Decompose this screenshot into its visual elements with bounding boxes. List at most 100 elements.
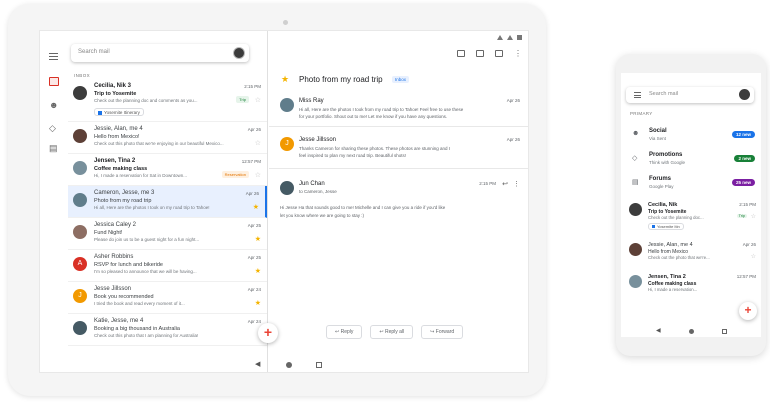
star-icon[interactable]: ★	[253, 204, 259, 211]
label-icon[interactable]: ◇	[49, 123, 59, 133]
mail-list-pane: Search mail INBOX Cecilia, Nik 3 2:15 PM…	[68, 31, 278, 372]
star-icon[interactable]: ☆	[751, 253, 756, 260]
star-icon[interactable]: ★	[255, 236, 261, 243]
reply-button[interactable]: ↩ Reply	[326, 325, 363, 339]
mail-time: Apr 26	[245, 191, 259, 196]
mail-item-selected[interactable]: Cameron, Jesse, me 3 Apr 26 Photo from m…	[68, 186, 267, 218]
delete-icon[interactable]	[476, 50, 484, 57]
mail-tag: Trip	[236, 96, 249, 103]
star-icon[interactable]: ★	[255, 268, 261, 275]
mail-time: 12:57 PM	[241, 159, 261, 164]
account-avatar[interactable]	[739, 89, 750, 100]
thread-detail-pane: ⋮ ★ Photo from my road trip Inbox Miss R…	[269, 31, 528, 372]
forward-button[interactable]: ↪ Forward	[421, 325, 464, 339]
mail-subject: Book you recommended	[94, 294, 154, 300]
attachment-label: Yosemite Itinerary	[104, 110, 140, 115]
mail-item[interactable]: Jensen, Tina 2 12:57 PM Coffee making cl…	[621, 271, 761, 299]
mail-sender: Cecilia, Nik 3	[94, 83, 132, 89]
sender-avatar	[629, 243, 642, 256]
mail-snippet: Check out this photo that we're enjoying…	[94, 141, 224, 146]
category-sub: Via Sent	[649, 136, 666, 141]
sender-avatar	[73, 129, 87, 143]
menu-icon[interactable]	[49, 53, 59, 63]
mail-tag: Trip	[736, 214, 747, 218]
archive-icon[interactable]	[457, 50, 465, 57]
search-bar[interactable]: Search mail	[71, 44, 249, 62]
sender-avatar: A	[73, 257, 87, 271]
recents-icon[interactable]	[722, 329, 727, 334]
mail-icon[interactable]	[495, 50, 503, 57]
mail-item[interactable]: Cecilia, Nik 2:15 PM Trip to Yosemite Ch…	[621, 199, 761, 235]
inbox-icon[interactable]	[49, 77, 59, 86]
category-name: Social	[649, 128, 667, 134]
attachment-label: Yosemite Itin	[657, 224, 680, 229]
mail-snippet: Check out this photo that I am planning …	[94, 333, 199, 338]
mail-subject: Photo from my road trip	[94, 198, 152, 204]
category-forums[interactable]: ▤ Forums Google Play 25 new	[621, 173, 761, 193]
mail-subject: Booking a big thousand in Australia	[94, 326, 180, 332]
category-promotions[interactable]: ◇ Promotions Think with Google 2 new	[621, 149, 761, 169]
mail-subject: Coffee making class	[94, 166, 148, 172]
category-badge: 25 new	[731, 179, 755, 186]
star-icon[interactable]: ☆	[255, 172, 261, 179]
reply-all-button[interactable]: ↩ Reply all	[370, 325, 414, 339]
mail-sender: Jessie, Alan, me 4	[648, 242, 693, 248]
mail-item[interactable]: Jessica Caley 2 Apr 25 Fund Night! Pleas…	[68, 218, 267, 250]
message[interactable]: Jun Chan 2:15 PM ↩ ⋮ to Cameron, Jesse H…	[269, 178, 528, 248]
message-body: let you know where we are going to stay …	[280, 213, 365, 218]
mail-sender: Katie, Jesse, me 4	[94, 318, 144, 324]
mail-sender: Cameron, Jesse, me 3	[94, 190, 155, 196]
message[interactable]: J Jesse Jillsson Apr 26 Thanks Cameron f…	[269, 134, 528, 184]
message-sender: Miss Ray	[299, 98, 324, 104]
mail-snippet: Check out the photo that we're...	[648, 255, 710, 260]
mail-item[interactable]: Cecilia, Nik 3 2:15 PM Trip to Yosemite …	[68, 79, 267, 122]
phone-screen: Search mail PRIMARY ☻ Social Via Sent 12…	[621, 73, 761, 337]
category-name: Promotions	[649, 152, 683, 158]
mail-snippet: Please do join us to be a guest night fo…	[94, 237, 200, 242]
mail-item[interactable]: Jessie, Alan, me 4 Apr 26 Hello from Mex…	[68, 122, 267, 154]
home-icon[interactable]	[286, 362, 292, 368]
mail-item[interactable]: Jessie, Alan, me 4 Apr 26 Hello from Mex…	[621, 239, 761, 267]
search-bar[interactable]: Search mail	[626, 87, 754, 103]
compose-button[interactable]: +	[739, 302, 757, 320]
attachment-chip[interactable]: Yosemite Itin	[648, 223, 684, 230]
tablet-camera	[283, 20, 288, 25]
category-social[interactable]: ☻ Social Via Sent 12 new	[621, 125, 761, 145]
star-icon[interactable]: ☆	[255, 140, 261, 147]
message-time: Apr 26	[506, 98, 520, 103]
account-avatar[interactable]	[233, 47, 245, 59]
mail-item[interactable]: J Jesse Jillsson Apr 24 Book you recomme…	[68, 282, 267, 314]
more-icon[interactable]: ⋮	[514, 50, 522, 58]
menu-icon[interactable]	[634, 92, 641, 100]
recents-icon[interactable]	[316, 362, 322, 368]
phone-device: Search mail PRIMARY ☻ Social Via Sent 12…	[616, 54, 766, 356]
mail-snippet: I'm so pleased to announce that we will …	[94, 269, 197, 274]
back-icon[interactable]: ◀	[255, 360, 260, 368]
sender-avatar: J	[73, 289, 87, 303]
back-icon[interactable]: ◀	[656, 327, 661, 334]
star-icon[interactable]: ★	[281, 74, 289, 85]
mail-time: Apr 25	[247, 223, 261, 228]
section-label: INBOX	[74, 73, 91, 78]
chat-icon[interactable]: ▤	[49, 143, 59, 153]
people-icon[interactable]: ☻	[49, 100, 59, 110]
category-badge: 12 new	[731, 131, 755, 138]
mail-item[interactable]: A Asher Robbins Apr 25 RSVP for lunch an…	[68, 250, 267, 282]
message-body: for your portfolio. Shout out to me! Let…	[299, 114, 448, 119]
home-icon[interactable]	[689, 329, 694, 334]
star-icon[interactable]: ★	[255, 300, 261, 307]
mail-item[interactable]: Jensen, Tina 2 12:57 PM Coffee making cl…	[68, 154, 267, 186]
mail-item[interactable]: Katie, Jesse, me 4 Apr 24 Booking a big …	[68, 314, 267, 346]
mail-time: 2:15 PM	[739, 202, 756, 207]
attachment-chip[interactable]: Yosemite Itinerary	[94, 108, 144, 116]
sender-avatar	[73, 225, 87, 239]
mail-sender: Jensen, Tina 2	[648, 274, 686, 280]
category-badge: 2 new	[734, 155, 755, 162]
star-icon[interactable]: ☆	[751, 213, 756, 220]
mail-subject: Fund Night!	[94, 230, 123, 236]
doc-icon	[98, 110, 102, 115]
category-sub: Think with Google	[649, 160, 686, 165]
section-label: PRIMARY	[630, 111, 653, 116]
star-icon[interactable]: ☆	[255, 97, 261, 104]
message-body: feel inspired to plan my next road trip.…	[299, 153, 407, 158]
